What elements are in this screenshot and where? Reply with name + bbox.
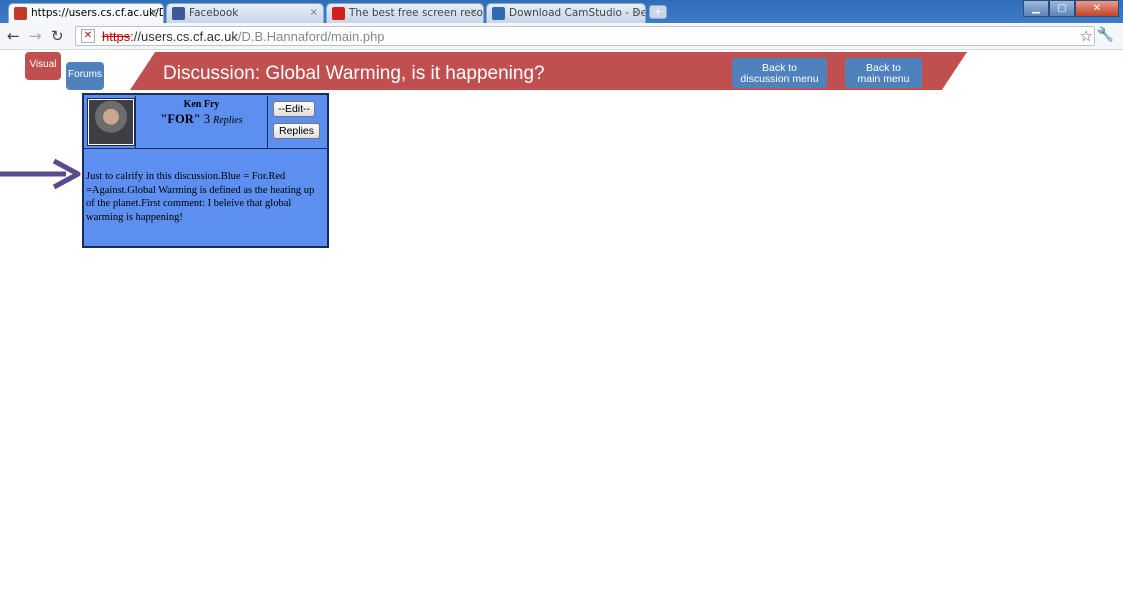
avatar — [89, 100, 133, 144]
broken-lock-icon[interactable]: ✕ — [81, 29, 95, 43]
tab-strip: https://users.cs.cf.ac.uk/D.E × Facebook… — [0, 0, 1123, 23]
facebook-icon — [172, 7, 185, 20]
discussion-post: Ken Fry "FOR" 3 Replies --Edit-- Replies… — [82, 93, 329, 248]
pointer-arrow-icon — [0, 158, 81, 190]
page-title: Discussion: Global Warming, is it happen… — [163, 63, 545, 84]
tab-facebook[interactable]: Facebook × — [166, 3, 324, 23]
forums-button[interactable]: Forums — [66, 62, 104, 90]
reply-count: 3 — [203, 112, 211, 126]
back-main-line2: main menu — [857, 73, 910, 85]
browser-toolbar: ← → ↻ ✕ https://users.cs.cf.ac.uk/D.B.Ha… — [0, 23, 1123, 50]
url-scheme: https — [102, 29, 131, 44]
post-stance: "FOR" 3 Replies — [136, 112, 267, 127]
minimize-icon[interactable]: ▁ — [1023, 0, 1049, 17]
tab-label: Facebook — [189, 7, 239, 19]
back-arrow-icon[interactable]: ← — [7, 27, 20, 45]
post-meta: Ken Fry "FOR" 3 Replies — [135, 96, 268, 148]
close-icon[interactable]: × — [150, 7, 158, 18]
close-icon[interactable]: × — [632, 7, 640, 18]
visual-label: Visual — [29, 59, 57, 70]
divider — [84, 148, 327, 149]
visual-button[interactable]: Visual — [25, 52, 61, 80]
window-controls: ▁ ▢ ✕ — [1023, 0, 1119, 18]
bookmark-star-icon[interactable]: ☆ — [1080, 27, 1093, 45]
site-favicon-icon — [14, 7, 27, 20]
url-path: /D.B.Hannaford/main.php — [237, 29, 385, 44]
edit-button[interactable]: --Edit-- — [273, 101, 315, 117]
tab-label: The best free screen recorde — [349, 7, 483, 19]
tab-label: Download CamStudio - Dea — [509, 7, 646, 19]
close-icon[interactable]: × — [470, 7, 478, 18]
forward-arrow-icon[interactable]: → — [29, 27, 42, 45]
forums-label: Forums — [68, 69, 102, 80]
back-to-main-menu-button[interactable]: Back to main menu — [845, 58, 922, 88]
close-window-icon[interactable]: ✕ — [1075, 0, 1119, 17]
back-to-discussion-menu-button[interactable]: Back to discussion menu — [732, 58, 827, 88]
replies-word: Replies — [213, 115, 243, 126]
tab-main[interactable]: https://users.cs.cf.ac.uk/D.E × — [8, 3, 164, 23]
url-host: ://users.cs.cf.ac.uk — [130, 29, 238, 44]
tab-camstudio[interactable]: Download CamStudio - Dea × — [486, 3, 646, 23]
address-bar[interactable]: ✕ https://users.cs.cf.ac.uk/D.B.Hannafor… — [75, 26, 1095, 46]
close-icon[interactable]: × — [310, 7, 318, 18]
maximize-icon[interactable]: ▢ — [1049, 0, 1075, 17]
post-author: Ken Fry — [183, 99, 220, 110]
new-tab-icon[interactable]: + — [649, 5, 667, 19]
stance-label: "FOR" — [160, 112, 201, 126]
back-discussion-line2: discussion menu — [740, 73, 819, 85]
download-site-icon — [492, 7, 505, 20]
youtube-icon — [332, 7, 345, 20]
avatar-frame — [87, 98, 135, 146]
post-body: Just to calrify in this discussion.Blue … — [86, 171, 315, 223]
tab-screen-recorder[interactable]: The best free screen recorde × — [326, 3, 484, 23]
reload-icon[interactable]: ↻ — [51, 27, 64, 45]
tab-label: https://users.cs.cf.ac.uk/D.E — [31, 7, 164, 19]
replies-button[interactable]: Replies — [273, 123, 320, 139]
wrench-icon[interactable]: 🔧 — [1097, 27, 1114, 43]
